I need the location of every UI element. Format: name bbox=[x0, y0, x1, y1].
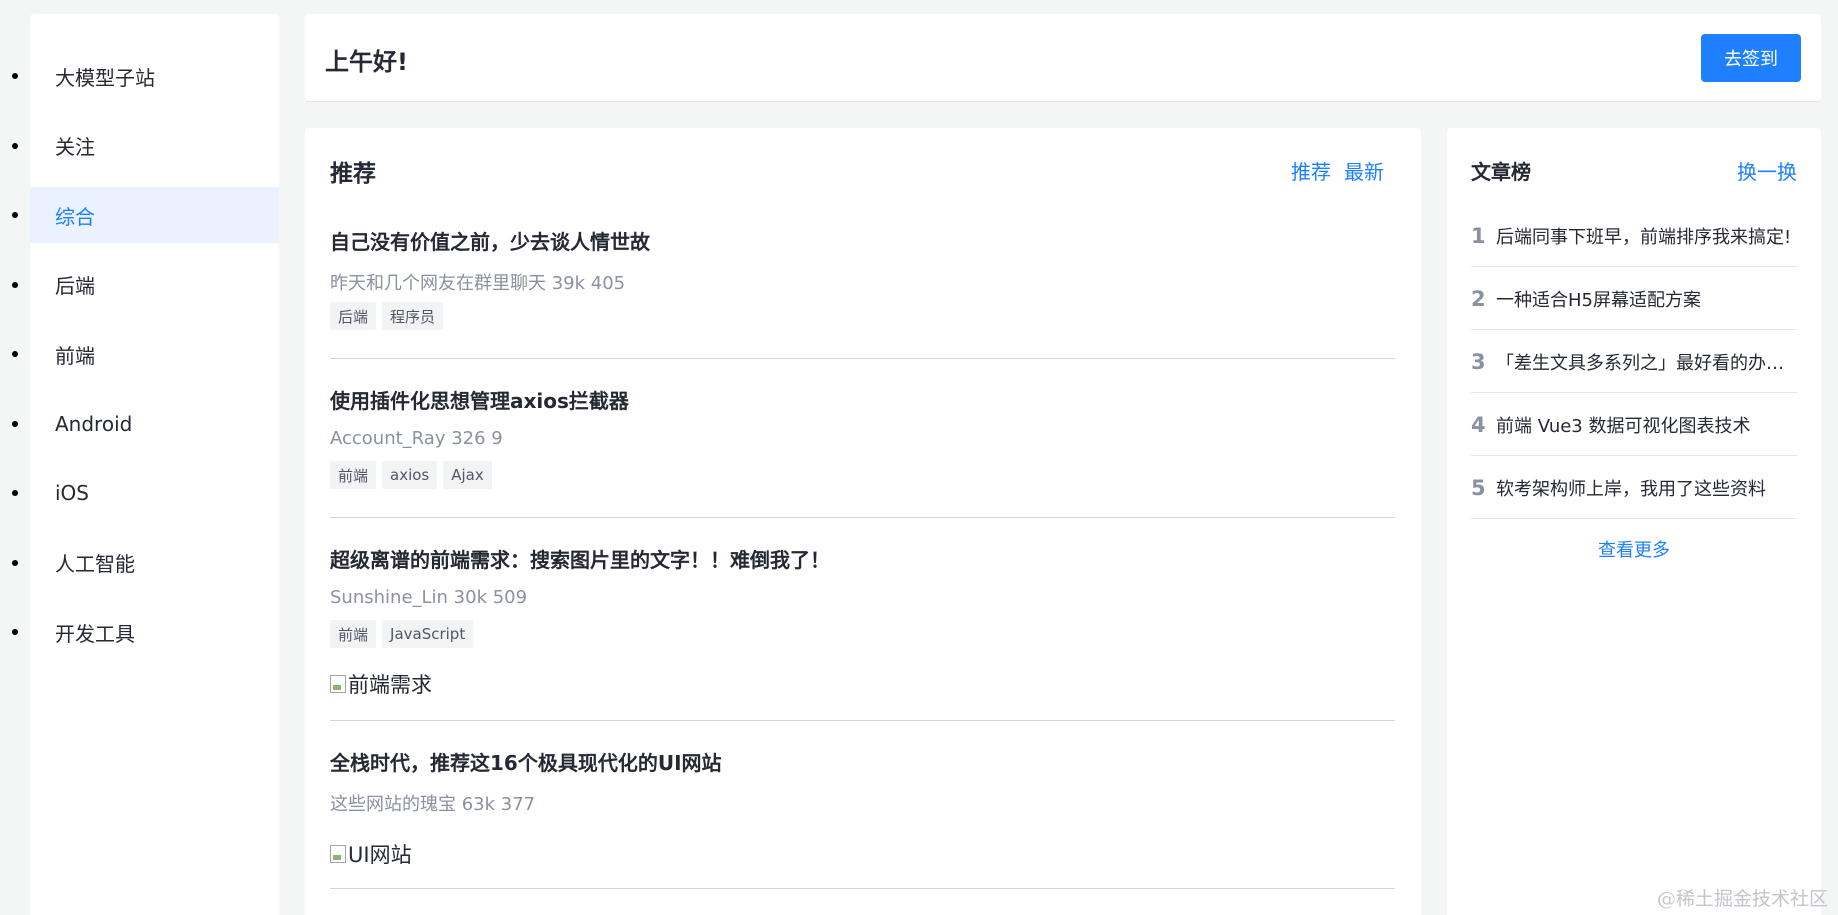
rank-item[interactable]: 5 软考架构师上岸，我用了这些资料 bbox=[1471, 457, 1797, 519]
tag[interactable]: JavaScript bbox=[382, 620, 474, 648]
tag[interactable]: Ajax bbox=[443, 461, 492, 489]
article-title[interactable]: 自己没有价值之前，少去谈人情世故 bbox=[330, 226, 650, 255]
sidebar-item-label: 关注 bbox=[55, 135, 95, 159]
rank-item[interactable]: 3 「差生文具多系列之」最好看的办公软件 bbox=[1471, 331, 1797, 393]
rank-item[interactable]: 1 后端同事下班早，前端排序我来搞定! bbox=[1471, 205, 1797, 267]
sidebar-item-ios[interactable]: iOS bbox=[12, 465, 279, 521]
rank-item-title: 后端同事下班早，前端排序我来搞定! bbox=[1496, 226, 1792, 248]
bullet-icon bbox=[12, 351, 18, 357]
tag[interactable]: 后端 bbox=[330, 302, 377, 330]
article-feed: 推荐 推荐 最新 自己没有价值之前，少去谈人情世故 昨天和几个网友在群里聊天 3… bbox=[305, 128, 1421, 915]
tag[interactable]: 前端 bbox=[330, 620, 377, 648]
sidebar-item-android[interactable]: Android bbox=[12, 396, 279, 452]
image-alt-text: UI网站 bbox=[348, 843, 412, 867]
greeting-text: 上午好! bbox=[325, 48, 408, 76]
sidebar-item-label: 综合 bbox=[55, 204, 95, 229]
sidebar-nav: 大模型子站 关注 综合 后端 前端 Android iOS 人工智能 开发工具 bbox=[12, 14, 279, 660]
rank-number: 3 bbox=[1471, 349, 1486, 374]
watermark: @稀土掘金技术社区 bbox=[1656, 888, 1828, 910]
feed-tabs: 推荐 最新 bbox=[1291, 156, 1384, 185]
tag[interactable]: 程序员 bbox=[382, 302, 444, 330]
article-title[interactable]: 全栈时代，推荐这16个极具现代化的UI网站 bbox=[330, 747, 722, 776]
rank-list: 1 后端同事下班早，前端排序我来搞定! 2 一种适合H5屏幕适配方案 3 「差生文具多… bbox=[1471, 205, 1797, 520]
rank-item-title: 软考架构师上岸，我用了这些资料 bbox=[1496, 478, 1766, 500]
rank-item-title: 「差生文具多系列之」最好看的办公软件 bbox=[1496, 352, 1797, 374]
sidebar-item-label: iOS bbox=[55, 481, 89, 505]
broken-image-icon bbox=[330, 845, 346, 863]
sidebar-item-label: 开发工具 bbox=[55, 621, 135, 646]
rank-number: 1 bbox=[1471, 223, 1486, 248]
sidebar-item-dev-tools[interactable]: 开发工具 bbox=[12, 604, 279, 660]
rank-item[interactable]: 2 一种适合H5屏幕适配方案 bbox=[1471, 268, 1797, 330]
article-item[interactable]: 自己没有价值之前，少去谈人情世故 昨天和几个网友在群里聊天 39k 405 后端… bbox=[330, 200, 1395, 359]
article-item[interactable]: 全栈时代，推荐这16个极具现代化的UI网站 这些网站的瑰宝 63k 377 UI… bbox=[330, 721, 1395, 889]
article-tags: 前端 axios Ajax bbox=[330, 461, 492, 489]
rank-number: 5 bbox=[1471, 475, 1486, 500]
sidebar-item-label: 后端 bbox=[55, 274, 95, 298]
tab-latest[interactable]: 最新 bbox=[1344, 156, 1384, 185]
rank-item-title: 前端 Vue3 数据可视化图表技术 bbox=[1496, 415, 1751, 437]
rank-number: 4 bbox=[1471, 412, 1486, 437]
article-item[interactable]: 使用插件化思想管理axios拦截器 Account_Ray 326 9 前端 a… bbox=[330, 359, 1395, 518]
article-meta: Sunshine_Lin 30k 509 bbox=[330, 587, 528, 608]
bullet-icon bbox=[12, 73, 18, 79]
sidebar-item-ai[interactable]: 人工智能 bbox=[12, 535, 279, 591]
tag[interactable]: axios bbox=[382, 461, 438, 489]
article-meta: 这些网站的瑰宝 63k 377 bbox=[330, 794, 536, 815]
rank-number: 2 bbox=[1471, 286, 1486, 311]
bullet-icon bbox=[12, 420, 18, 427]
sidebar-item-llm-substation[interactable]: 大模型子站 bbox=[12, 48, 279, 104]
sidebar-item-label: 前端 bbox=[55, 343, 95, 368]
tab-recommended[interactable]: 推荐 bbox=[1291, 156, 1331, 185]
rank-item[interactable]: 4 前端 Vue3 数据可视化图表技术 bbox=[1471, 394, 1797, 456]
article-cover-image[interactable]: UI网站 bbox=[330, 839, 412, 869]
greeting-header: 上午好! 去签到 bbox=[305, 14, 1821, 102]
article-cover-image[interactable]: 前端需求 bbox=[330, 669, 432, 699]
sidebar-item-backend[interactable]: 后端 bbox=[12, 257, 279, 313]
bullet-icon bbox=[12, 281, 18, 288]
tag[interactable]: 前端 bbox=[330, 461, 377, 489]
broken-image-icon bbox=[330, 675, 346, 693]
bullet-icon bbox=[12, 212, 18, 218]
bullet-icon bbox=[12, 142, 18, 149]
bullet-icon bbox=[12, 490, 18, 496]
rank-title: 文章榜 bbox=[1471, 160, 1531, 184]
image-alt-text: 前端需求 bbox=[348, 673, 432, 697]
rank-refresh-button[interactable]: 换一换 bbox=[1737, 156, 1797, 185]
checkin-button[interactable]: 去签到 bbox=[1701, 34, 1801, 82]
sidebar-item-label: Android bbox=[55, 411, 133, 436]
sidebar-item-label: 人工智能 bbox=[55, 552, 135, 576]
bullet-icon bbox=[12, 629, 18, 635]
article-title[interactable]: 超级离谱的前端需求：搜索图片里的文字！！难倒我了！ bbox=[330, 544, 830, 573]
view-more-link[interactable]: 查看更多 bbox=[1447, 536, 1821, 562]
article-tags: 前端 JavaScript bbox=[330, 620, 474, 648]
article-meta: Account_Ray 326 9 bbox=[330, 428, 503, 449]
article-item[interactable]: 超级离谱的前端需求：搜索图片里的文字！！难倒我了！ Sunshine_Lin 3… bbox=[330, 518, 1395, 721]
feed-title: 推荐 bbox=[330, 161, 376, 187]
sidebar: 大模型子站 关注 综合 后端 前端 Android iOS 人工智能 开发工具 bbox=[12, 14, 279, 915]
sidebar-item-frontend[interactable]: 前端 bbox=[12, 326, 279, 382]
bullet-icon bbox=[12, 559, 18, 566]
article-tags: 后端 程序员 bbox=[330, 302, 444, 330]
article-title[interactable]: 使用插件化思想管理axios拦截器 bbox=[330, 385, 629, 414]
article-rank-panel: 文章榜 换一换 1 后端同事下班早，前端排序我来搞定! 2 一种适合H5屏幕适配方案… bbox=[1447, 128, 1821, 915]
sidebar-item-label: 大模型子站 bbox=[55, 65, 155, 90]
rank-item-title: 一种适合H5屏幕适配方案 bbox=[1496, 289, 1701, 311]
article-meta: 昨天和几个网友在群里聊天 39k 405 bbox=[330, 273, 626, 294]
sidebar-item-general[interactable]: 综合 bbox=[12, 187, 279, 243]
sidebar-item-following[interactable]: 关注 bbox=[12, 118, 279, 174]
